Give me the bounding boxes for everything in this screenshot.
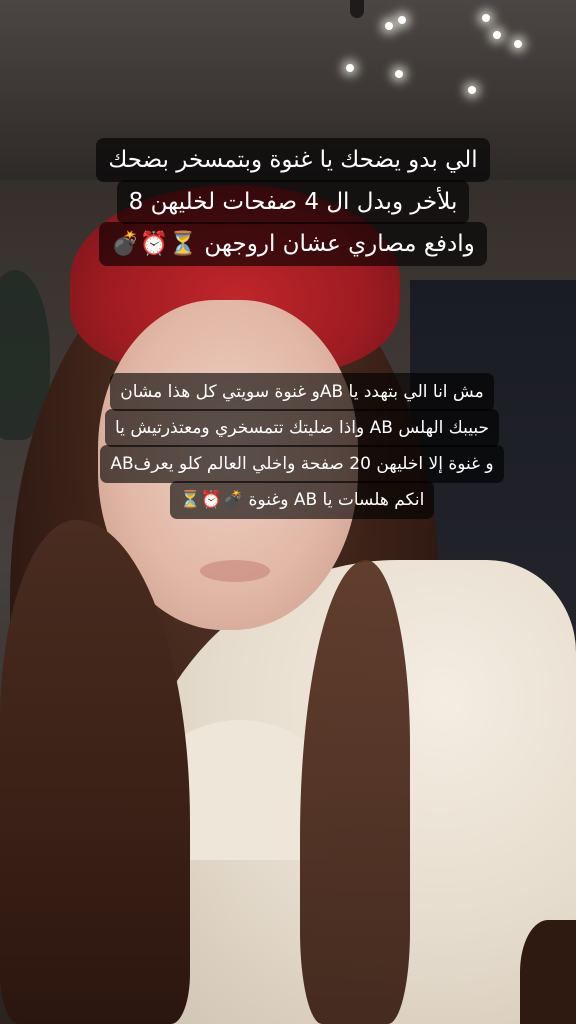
hair-edge — [520, 920, 576, 1024]
ceiling-light — [346, 64, 354, 72]
light-fixture — [350, 0, 364, 18]
lips — [200, 560, 270, 582]
caption-line: الي بدو يضحك يا غنوة وبتمسخر بضحك — [96, 138, 490, 182]
ceiling-light — [468, 86, 476, 94]
ceiling-light — [493, 31, 501, 39]
caption-line: وادفع مصاري عشان اروجهن ⏳⏰💣 — [99, 222, 487, 266]
caption-line: مش انا الي بتهدد يا ABو غنوة سويتي كل هذ… — [110, 373, 494, 411]
video-frame: الي بدو يضحك يا غنوة وبتمسخر بضحك بلأخر … — [0, 0, 576, 1024]
ceiling-light — [514, 40, 522, 48]
ceiling-light — [482, 14, 490, 22]
caption-top: الي بدو يضحك يا غنوة وبتمسخر بضحك بلأخر … — [20, 138, 566, 266]
ceiling-light — [395, 70, 403, 78]
ceiling-light — [398, 16, 406, 24]
ceiling-light — [385, 22, 393, 30]
caption-bottom: مش انا الي بتهدد يا ABو غنوة سويتي كل هذ… — [32, 373, 572, 519]
caption-line: انكم هلسات يا AB وغنوة 💣⏰⏳ — [169, 481, 435, 519]
caption-line: حبيبك الهلس AB واذا ضليتك تتمسخري ومعتذر… — [105, 409, 500, 447]
caption-line: ABو غنوة إلا اخليهن 20 صفحة واخلي العالم… — [100, 445, 504, 483]
caption-line: بلأخر وبدل ال 4 صفحات لخليهن 8 — [116, 180, 470, 224]
